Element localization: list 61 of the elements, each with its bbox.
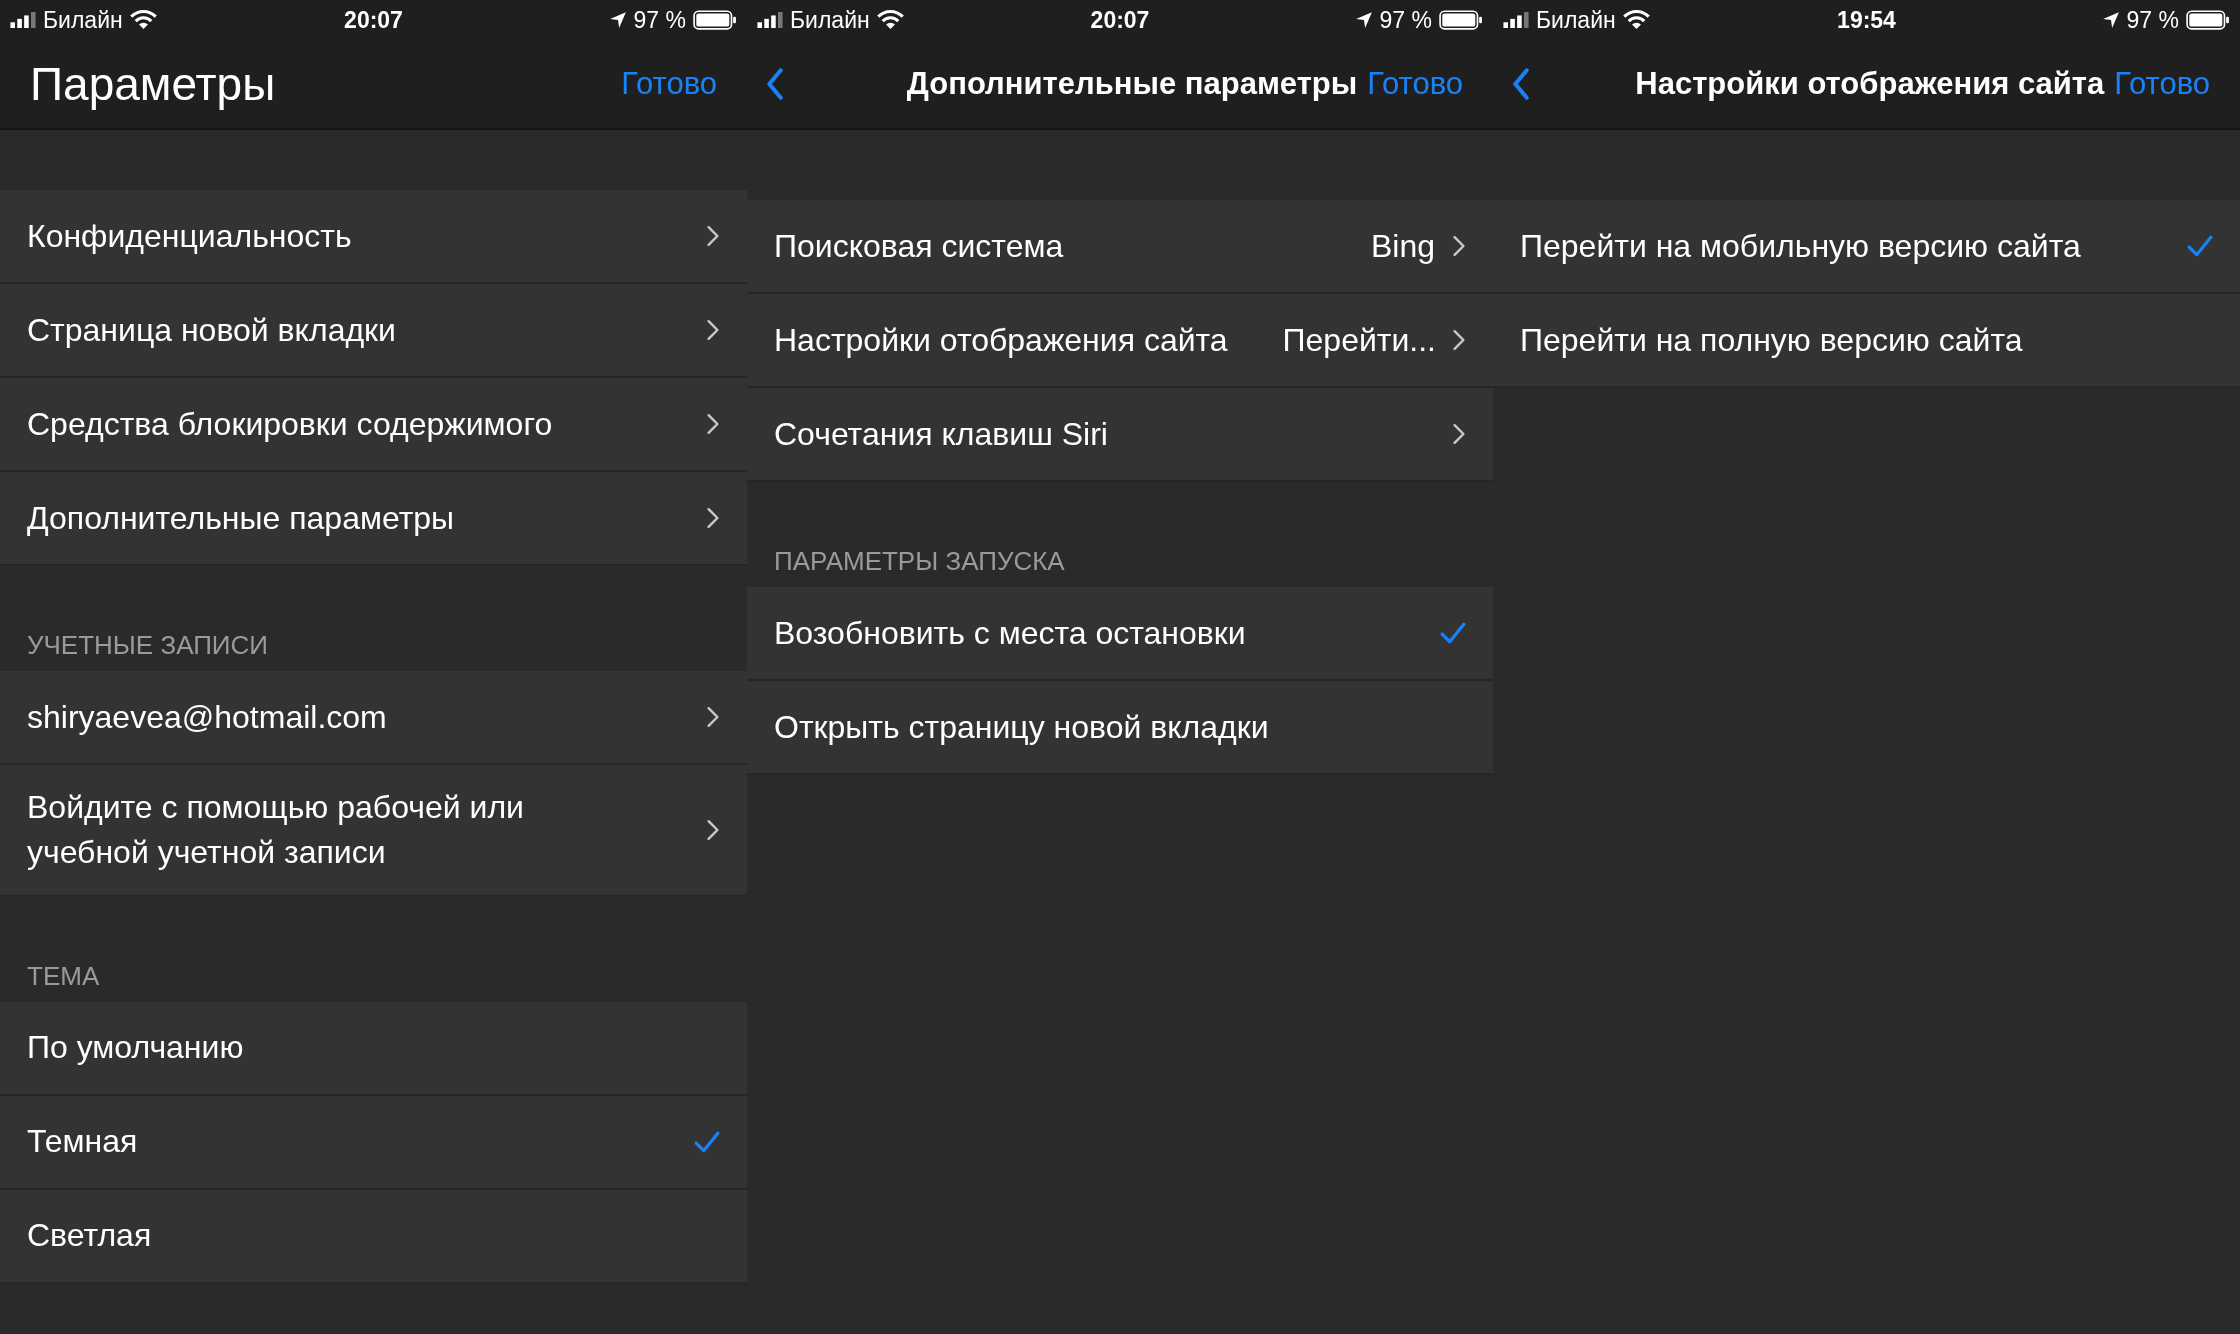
status-time: 20:07 [344, 6, 403, 34]
section-header: ПАРАМЕТРЫ ЗАПУСКА [773, 546, 1066, 578]
done-button[interactable]: Готово [2114, 66, 2210, 102]
row-value: Перейти... [1282, 321, 1436, 359]
row-label: Конфиденциальность [27, 216, 353, 256]
settings-row[interactable]: Перейти на полную версию сайта [1493, 294, 2240, 388]
screen-title: Дополнительные параметры [905, 66, 1359, 102]
settings-row[interactable]: Перейти на мобильную версию сайта [1493, 200, 2240, 294]
row-label: Возобновить с места остановки [774, 613, 1247, 653]
row-label: Темная [27, 1122, 139, 1162]
row-label: Перейти на полную версию сайта [1520, 320, 2024, 360]
screen-title: Параметры [30, 57, 277, 111]
screen-title: Настройки отображения сайта [1634, 66, 2106, 102]
chevron-right-icon [706, 818, 720, 841]
battery-icon [693, 10, 737, 30]
row-label: Дополнительные параметры [27, 498, 456, 538]
signal-icon [757, 12, 783, 28]
row-label: shiryaevea@hotmail.com [27, 697, 388, 737]
section-header: ТЕМА [26, 960, 101, 993]
done-button[interactable]: Готово [621, 66, 717, 102]
row-label: Сочетания клавиш Siri [774, 414, 1109, 454]
location-arrow-icon [1354, 11, 1373, 29]
chevron-right-icon [1452, 329, 1466, 351]
location-arrow-icon [608, 11, 627, 29]
row-label: Средства блокировки содержимого [27, 404, 554, 444]
row-value: Bing [1370, 227, 1435, 265]
status-time: 19:54 [1837, 6, 1896, 34]
section-header: УЧЕТНЫЕ ЗАПИСИ [26, 630, 270, 662]
row-label: Войдите с помощью рабочей или учебной учетной записи [27, 788, 525, 872]
wifi-icon [876, 10, 904, 30]
chevron-right-icon [706, 319, 720, 341]
battery-percent: 97 % [2126, 6, 2179, 34]
back-chevron-icon[interactable] [1511, 68, 1531, 100]
battery-icon [2186, 10, 2230, 30]
row-label: Открыть страницу новой вкладки [774, 707, 1270, 747]
row-label: Перейти на мобильную версию сайта [1520, 226, 2082, 266]
chevron-right-icon [706, 507, 720, 529]
battery-icon [1439, 10, 1483, 30]
row-label: Страница новой вкладки [27, 310, 397, 350]
done-button[interactable]: Готово [1367, 66, 1463, 102]
carrier-name: Билайн [1536, 6, 1616, 34]
chevron-right-icon [706, 225, 720, 247]
row-label: Светлая [27, 1216, 153, 1256]
row-label: Настройки отображения сайта [774, 320, 1229, 360]
wifi-icon [1622, 10, 1650, 30]
chevron-right-icon [1452, 423, 1466, 445]
battery-percent: 97 % [1379, 6, 1432, 34]
carrier-name: Билайн [43, 6, 123, 34]
chevron-right-icon [1452, 235, 1466, 257]
back-chevron-icon[interactable] [765, 68, 785, 100]
chevron-right-icon [706, 413, 720, 435]
location-arrow-icon [2101, 11, 2120, 29]
row-label: По умолчанию [27, 1028, 245, 1068]
signal-icon [10, 12, 36, 28]
signal-icon [1503, 12, 1529, 28]
row-label: Поисковая система [774, 226, 1065, 266]
battery-percent: 97 % [633, 6, 686, 34]
carrier-name: Билайн [790, 6, 870, 34]
chevron-right-icon [706, 706, 720, 728]
wifi-icon [129, 10, 157, 30]
status-time: 20:07 [1090, 6, 1150, 34]
